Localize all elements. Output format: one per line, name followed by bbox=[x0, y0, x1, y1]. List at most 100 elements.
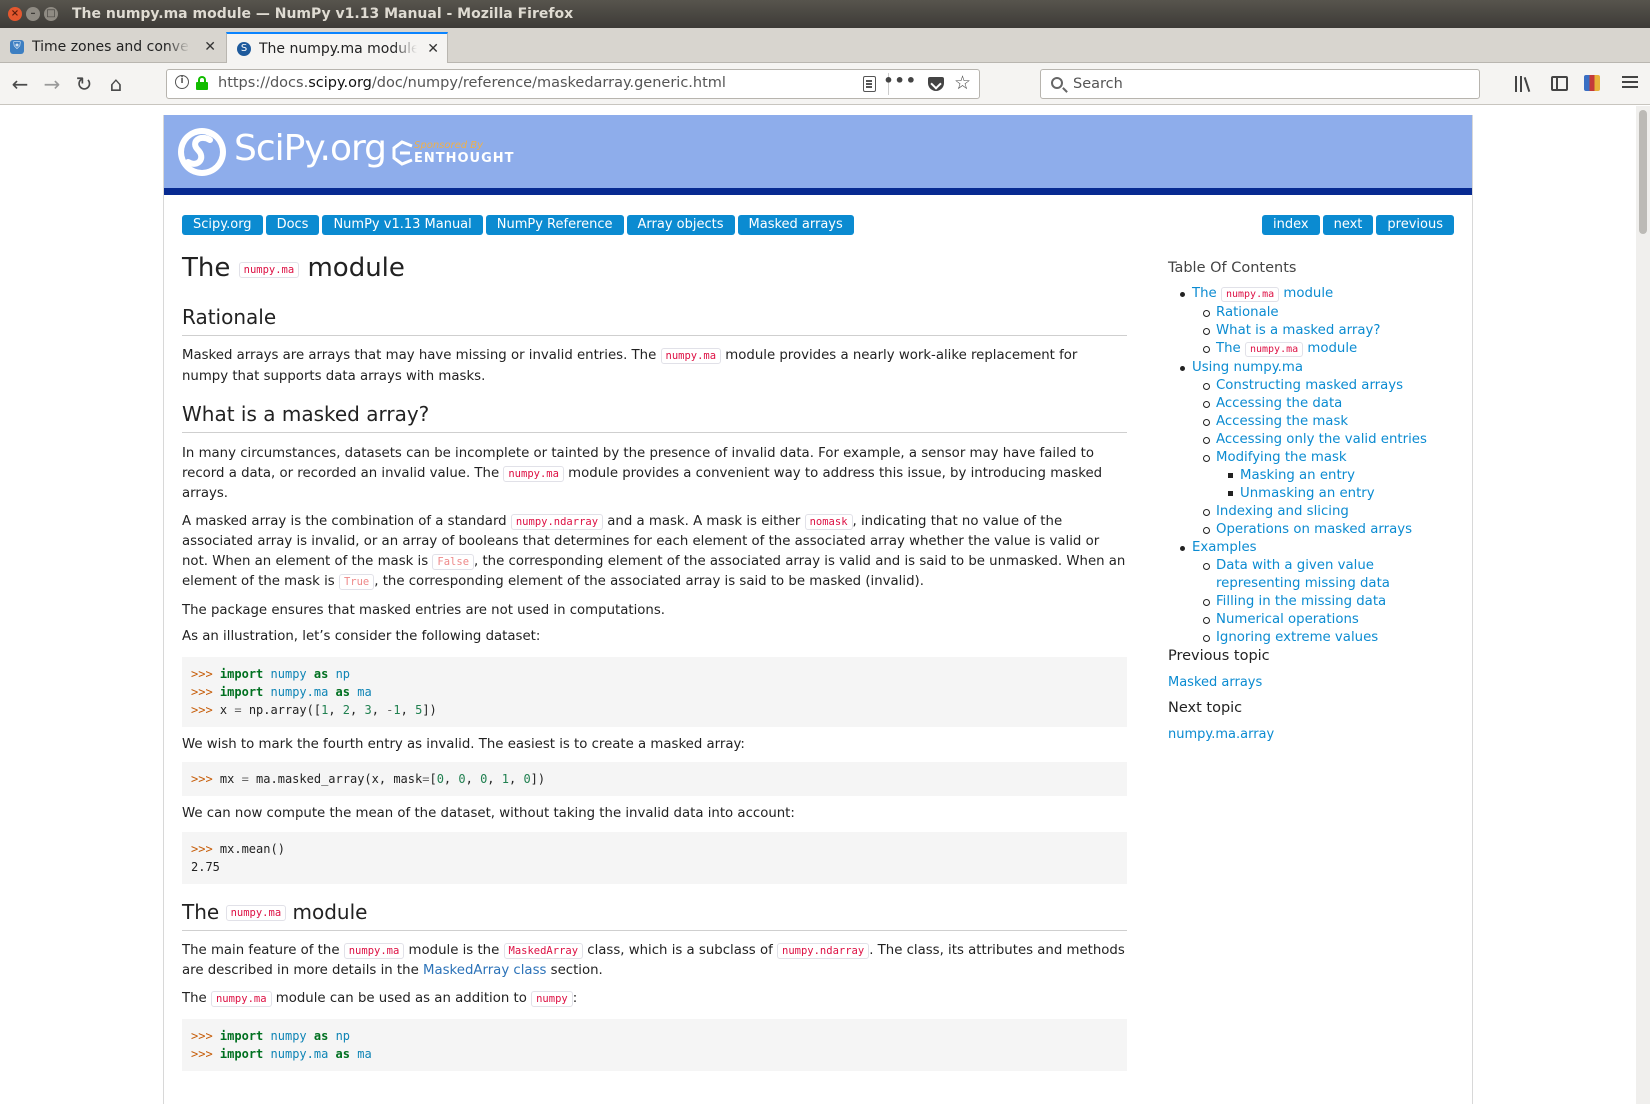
inline-code: numpy.ma bbox=[225, 904, 287, 921]
code-block: >>> mx.mean() 2.75 bbox=[182, 831, 1127, 884]
scipy-logo-icon[interactable] bbox=[176, 126, 228, 178]
toc-item[interactable]: Data with a given value representing miss… bbox=[1168, 557, 1468, 593]
toc-link-accessing-data[interactable]: Accessing the data bbox=[1216, 396, 1342, 411]
next-topic-heading: Next topic bbox=[1168, 700, 1243, 716]
reader-view-icon[interactable] bbox=[863, 76, 876, 92]
toc-item[interactable]: Masking an entry bbox=[1168, 467, 1468, 485]
home-icon[interactable]: ⌂ bbox=[104, 72, 128, 96]
pocket-icon[interactable] bbox=[928, 77, 944, 91]
toc-item[interactable]: Accessing the mask bbox=[1168, 413, 1468, 431]
inline-code: numpy.ma bbox=[1220, 287, 1280, 302]
toc-link-data-given-value[interactable]: Data with a given value representing miss… bbox=[1216, 558, 1390, 591]
toc-item[interactable]: Examples bbox=[1168, 539, 1468, 557]
toc-item[interactable]: Operations on masked arrays bbox=[1168, 521, 1468, 539]
reload-icon[interactable]: ↻ bbox=[72, 72, 96, 96]
tab-time-zones[interactable]: ⛨ Time zones and conversi ✕ bbox=[0, 32, 224, 63]
toc-item[interactable]: Accessing the data bbox=[1168, 395, 1468, 413]
inline-code: nomask bbox=[804, 513, 853, 530]
inline-code: numpy.ndarray bbox=[510, 513, 604, 530]
next-link[interactable]: next bbox=[1322, 215, 1374, 235]
toc-item[interactable]: The numpy.ma module bbox=[1168, 340, 1468, 359]
toc-link-numerical-operations[interactable]: Numerical operations bbox=[1216, 612, 1359, 627]
toc-link-operations[interactable]: Operations on masked arrays bbox=[1216, 522, 1412, 537]
toc-link-using-numpy-ma[interactable]: Using numpy.ma bbox=[1192, 360, 1303, 375]
previous-link[interactable]: previous bbox=[1376, 215, 1454, 235]
toc-link-modifying-mask[interactable]: Modifying the mask bbox=[1216, 450, 1347, 465]
breadcrumb-numpy-manual[interactable]: NumPy v1.13 Manual bbox=[322, 215, 483, 235]
toc-item[interactable]: Unmasking an entry bbox=[1168, 485, 1468, 503]
search-icon bbox=[1051, 77, 1063, 89]
navigation-toolbar: ← → ↻ ⌂ i https://docs.scipy.org/doc/num… bbox=[0, 63, 1650, 105]
paragraph: We can now compute the mean of the datas… bbox=[182, 806, 795, 821]
toc-item[interactable]: Filling in the missing data bbox=[1168, 593, 1468, 611]
url-bar[interactable]: i https://docs.scipy.org/doc/numpy/refer… bbox=[166, 69, 980, 99]
toc-link-the-module[interactable]: The numpy.ma module bbox=[1192, 286, 1333, 302]
tab-numpy-ma[interactable]: S The numpy.ma module — NumPy v1.13 Manu… bbox=[226, 32, 448, 63]
masked-array-class-link[interactable]: MaskedArray class bbox=[423, 963, 546, 978]
toc-link-examples[interactable]: Examples bbox=[1192, 540, 1257, 555]
sidebar-toggle-icon[interactable] bbox=[1551, 76, 1568, 91]
next-topic-link[interactable]: numpy.ma.array bbox=[1168, 727, 1274, 742]
related-navigation: index next previous bbox=[1262, 215, 1454, 235]
table-of-contents: Table Of Contents The numpy.ma module Ra… bbox=[1168, 260, 1468, 647]
breadcrumb-array-objects[interactable]: Array objects bbox=[626, 215, 735, 235]
breadcrumb-docs[interactable]: Docs bbox=[265, 215, 320, 235]
toc-item[interactable]: The numpy.ma module bbox=[1168, 285, 1468, 304]
breadcrumb-masked-arrays[interactable]: Masked arrays bbox=[737, 215, 854, 235]
bookmark-star-icon[interactable]: ☆ bbox=[954, 72, 971, 94]
window-maximize-button[interactable]: □ bbox=[44, 7, 58, 21]
toc-item[interactable]: Accessing only the valid entries bbox=[1168, 431, 1468, 449]
tab-close-icon[interactable]: ✕ bbox=[427, 41, 439, 57]
toc-item[interactable]: Using numpy.ma bbox=[1168, 359, 1468, 377]
toc-item[interactable]: Rationale bbox=[1168, 304, 1468, 322]
toc-item[interactable]: What is a masked array? bbox=[1168, 322, 1468, 340]
inline-code: True bbox=[338, 574, 375, 590]
breadcrumb-scipy-org[interactable]: Scipy.org bbox=[182, 215, 263, 235]
breadcrumb-numpy-reference[interactable]: NumPy Reference bbox=[485, 215, 624, 235]
toc-link-masking-entry[interactable]: Masking an entry bbox=[1240, 468, 1355, 483]
toc-item[interactable]: Modifying the mask bbox=[1168, 449, 1468, 467]
tab-close-icon[interactable]: ✕ bbox=[204, 39, 216, 55]
library-icon[interactable] bbox=[1515, 74, 1533, 92]
toc-item[interactable]: Numerical operations bbox=[1168, 611, 1468, 629]
toc-link-what-is-masked-array[interactable]: What is a masked array? bbox=[1216, 323, 1380, 338]
inline-code: numpy.ma bbox=[660, 348, 722, 364]
toc-item[interactable]: Constructing masked arrays bbox=[1168, 377, 1468, 395]
scrollbar-thumb[interactable] bbox=[1639, 110, 1647, 234]
toc-link-accessing-valid[interactable]: Accessing only the valid entries bbox=[1216, 432, 1427, 447]
url-text[interactable]: https://docs.scipy.org/doc/numpy/referen… bbox=[218, 75, 726, 91]
sponsored-by-text: Sponsored By bbox=[414, 140, 484, 151]
window-minimize-button[interactable]: – bbox=[26, 7, 40, 21]
page-scrollbar[interactable] bbox=[1636, 106, 1650, 1104]
extension-icon[interactable] bbox=[1584, 75, 1600, 91]
page-actions-more-icon[interactable]: ••• bbox=[883, 71, 917, 90]
search-input[interactable] bbox=[1071, 72, 1471, 96]
search-bar[interactable] bbox=[1040, 69, 1480, 99]
toc-link-filling-missing[interactable]: Filling in the missing data bbox=[1216, 594, 1386, 609]
forward-arrow-icon[interactable]: → bbox=[40, 72, 64, 96]
paragraph: The main feature of the numpy.ma module … bbox=[182, 942, 1125, 978]
toc-link-numpy-ma-module[interactable]: The numpy.ma module bbox=[1216, 341, 1357, 357]
toc-item[interactable]: Ignoring extreme values bbox=[1168, 629, 1468, 647]
hamburger-menu-icon[interactable] bbox=[1622, 76, 1638, 94]
tab-label: Time zones and conversi bbox=[32, 39, 190, 55]
inline-code: numpy bbox=[531, 990, 573, 1007]
toc-link-constructing[interactable]: Constructing masked arrays bbox=[1216, 378, 1403, 393]
toc-item[interactable]: Indexing and slicing bbox=[1168, 503, 1468, 521]
inline-code: numpy.ma bbox=[1244, 342, 1304, 357]
toc-link-rationale[interactable]: Rationale bbox=[1216, 305, 1279, 320]
toc-link-accessing-mask[interactable]: Accessing the mask bbox=[1216, 414, 1348, 429]
index-link[interactable]: index bbox=[1262, 215, 1320, 235]
previous-topic-link[interactable]: Masked arrays bbox=[1168, 675, 1262, 690]
site-info-icon[interactable]: i bbox=[175, 75, 189, 89]
window-close-button[interactable]: × bbox=[8, 7, 22, 21]
toc-link-indexing[interactable]: Indexing and slicing bbox=[1216, 504, 1349, 519]
scipy-logo-text[interactable]: SciPy.org bbox=[234, 128, 387, 169]
shield-favicon-icon: ⛨ bbox=[10, 40, 24, 54]
back-arrow-icon[interactable]: ← bbox=[8, 72, 32, 96]
scipy-banner: SciPy.org Sponsored By ENTHOUGHT bbox=[164, 115, 1472, 188]
window-title: The numpy.ma module — NumPy v1.13 Manual… bbox=[72, 6, 574, 22]
inline-code: numpy.ndarray bbox=[777, 942, 870, 959]
toc-link-ignoring-extreme[interactable]: Ignoring extreme values bbox=[1216, 630, 1378, 645]
toc-link-unmasking-entry[interactable]: Unmasking an entry bbox=[1240, 486, 1375, 501]
